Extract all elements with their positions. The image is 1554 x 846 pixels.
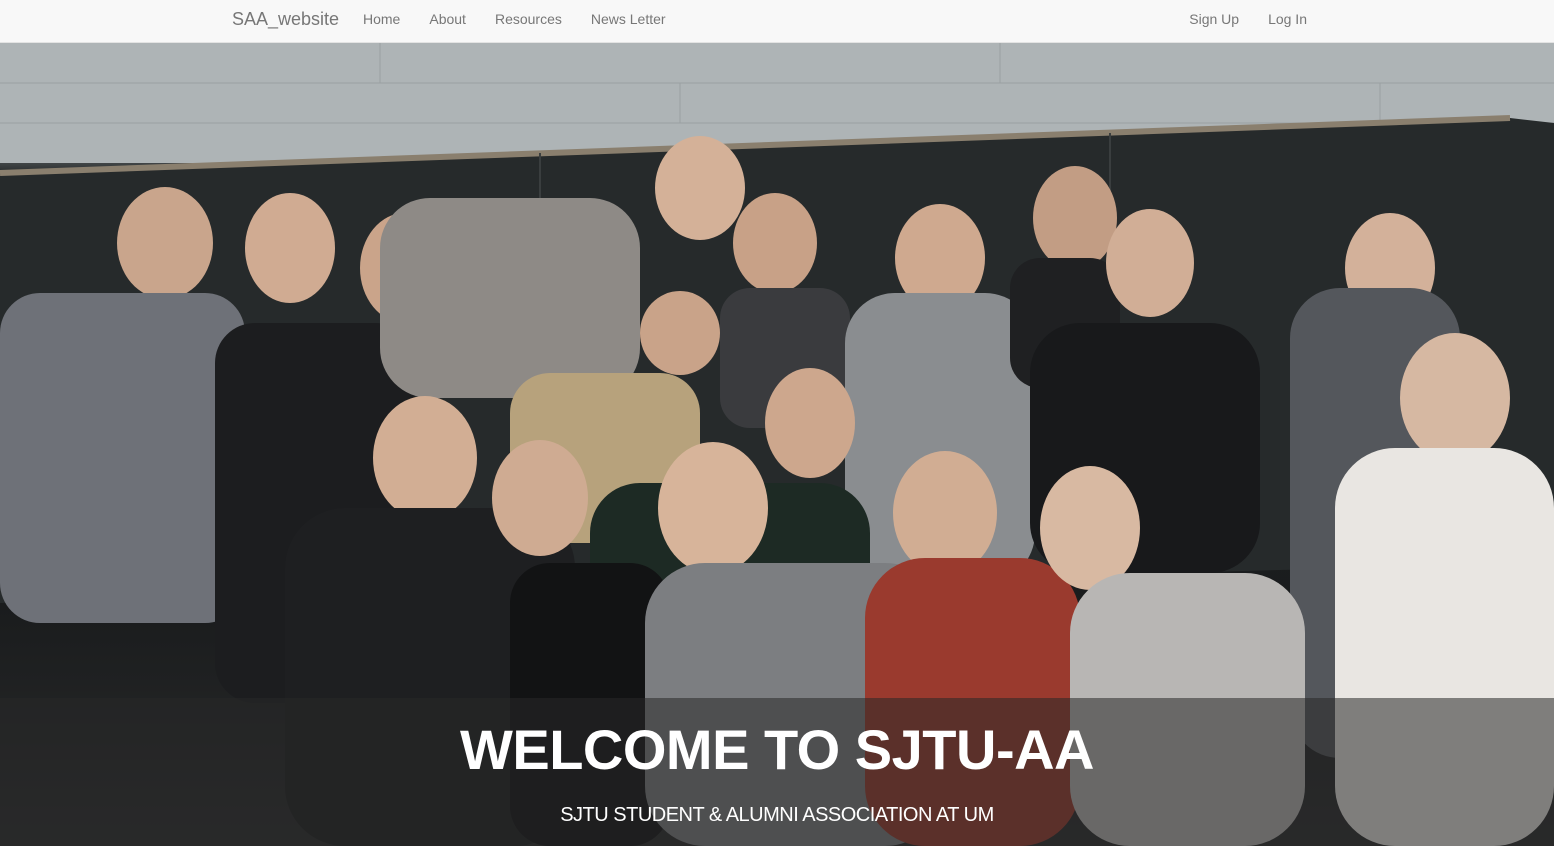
auth-nav: Sign Up Log In: [1160, 11, 1307, 27]
hero-section: WELCOME TO SJTU-AA SJTU STUDENT & ALUMNI…: [0, 43, 1554, 846]
nav-newsletter-link[interactable]: News Letter: [591, 11, 666, 27]
top-navbar: SAA_website Home About Resources News Le…: [0, 0, 1554, 43]
primary-nav: Home About Resources News Letter: [363, 11, 695, 27]
log-in-link[interactable]: Log In: [1268, 11, 1307, 27]
hero-subtitle: SJTU STUDENT & ALUMNI ASSOCIATION AT UM: [560, 804, 994, 826]
sign-up-link[interactable]: Sign Up: [1189, 11, 1239, 27]
welcome-banner: WELCOME TO SJTU-AA SJTU STUDENT & ALUMNI…: [0, 698, 1554, 846]
nav-about-link[interactable]: About: [429, 11, 466, 27]
nav-home-link[interactable]: Home: [363, 11, 400, 27]
hero-title: WELCOME TO SJTU-AA: [460, 718, 1094, 781]
nav-resources-link[interactable]: Resources: [495, 11, 562, 27]
brand-link[interactable]: SAA_website: [232, 9, 339, 30]
